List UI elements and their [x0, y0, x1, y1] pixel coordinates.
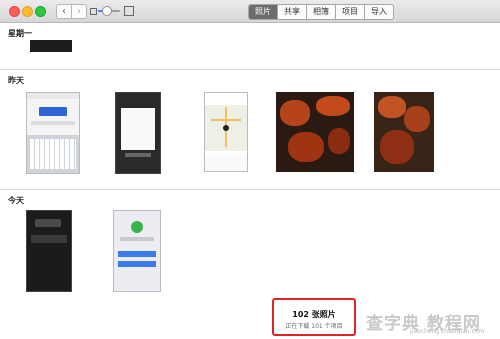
close-window-button[interactable]	[9, 6, 20, 17]
watermark-url: jiaocheng.chazidian.com	[410, 328, 485, 335]
tab-shared[interactable]: 共享	[278, 5, 307, 19]
zoom-window-button[interactable]	[35, 6, 46, 17]
photo-thumbnail[interactable]	[26, 210, 72, 292]
photo-thumbnail[interactable]	[113, 210, 161, 292]
section-label-yesterday: 昨天	[8, 76, 24, 85]
photo-thumbnail[interactable]	[374, 92, 434, 172]
tab-import[interactable]: 导入	[365, 5, 393, 19]
watermark: 查字典 教程网 jiaocheng.chazidian.com	[366, 309, 496, 335]
photo-thumbnail[interactable]	[276, 92, 354, 172]
import-status: 102 张照片 正在下载 101 个项目	[272, 298, 356, 336]
download-status: 正在下载 101 个项目	[285, 323, 343, 330]
photo-thumbnail[interactable]	[26, 92, 80, 174]
tab-photos[interactable]: 照片	[249, 5, 278, 19]
toolbar: ‹ › 照片 共享 相簿 项目 导入	[0, 0, 500, 23]
back-button[interactable]: ‹	[56, 4, 72, 19]
section-label-today: 今天	[8, 196, 24, 205]
zoom-in-icon[interactable]	[124, 6, 134, 16]
photo-count: 102 张照片	[292, 310, 336, 319]
tab-albums[interactable]: 相簿	[307, 5, 336, 19]
section-label-monday: 星期一	[8, 29, 32, 38]
photo-thumbnail[interactable]	[30, 40, 72, 52]
minimize-window-button[interactable]	[22, 6, 33, 17]
section-divider	[0, 69, 500, 70]
zoom-slider-thumb[interactable]	[102, 6, 112, 16]
photo-thumbnail[interactable]	[115, 92, 161, 174]
photo-thumbnail[interactable]	[204, 92, 248, 172]
view-tabs: 照片 共享 相簿 项目 导入	[248, 4, 394, 20]
zoom-out-icon[interactable]	[90, 8, 97, 15]
tab-projects[interactable]: 项目	[336, 5, 365, 19]
section-divider	[0, 189, 500, 190]
forward-button[interactable]: ›	[71, 4, 87, 19]
